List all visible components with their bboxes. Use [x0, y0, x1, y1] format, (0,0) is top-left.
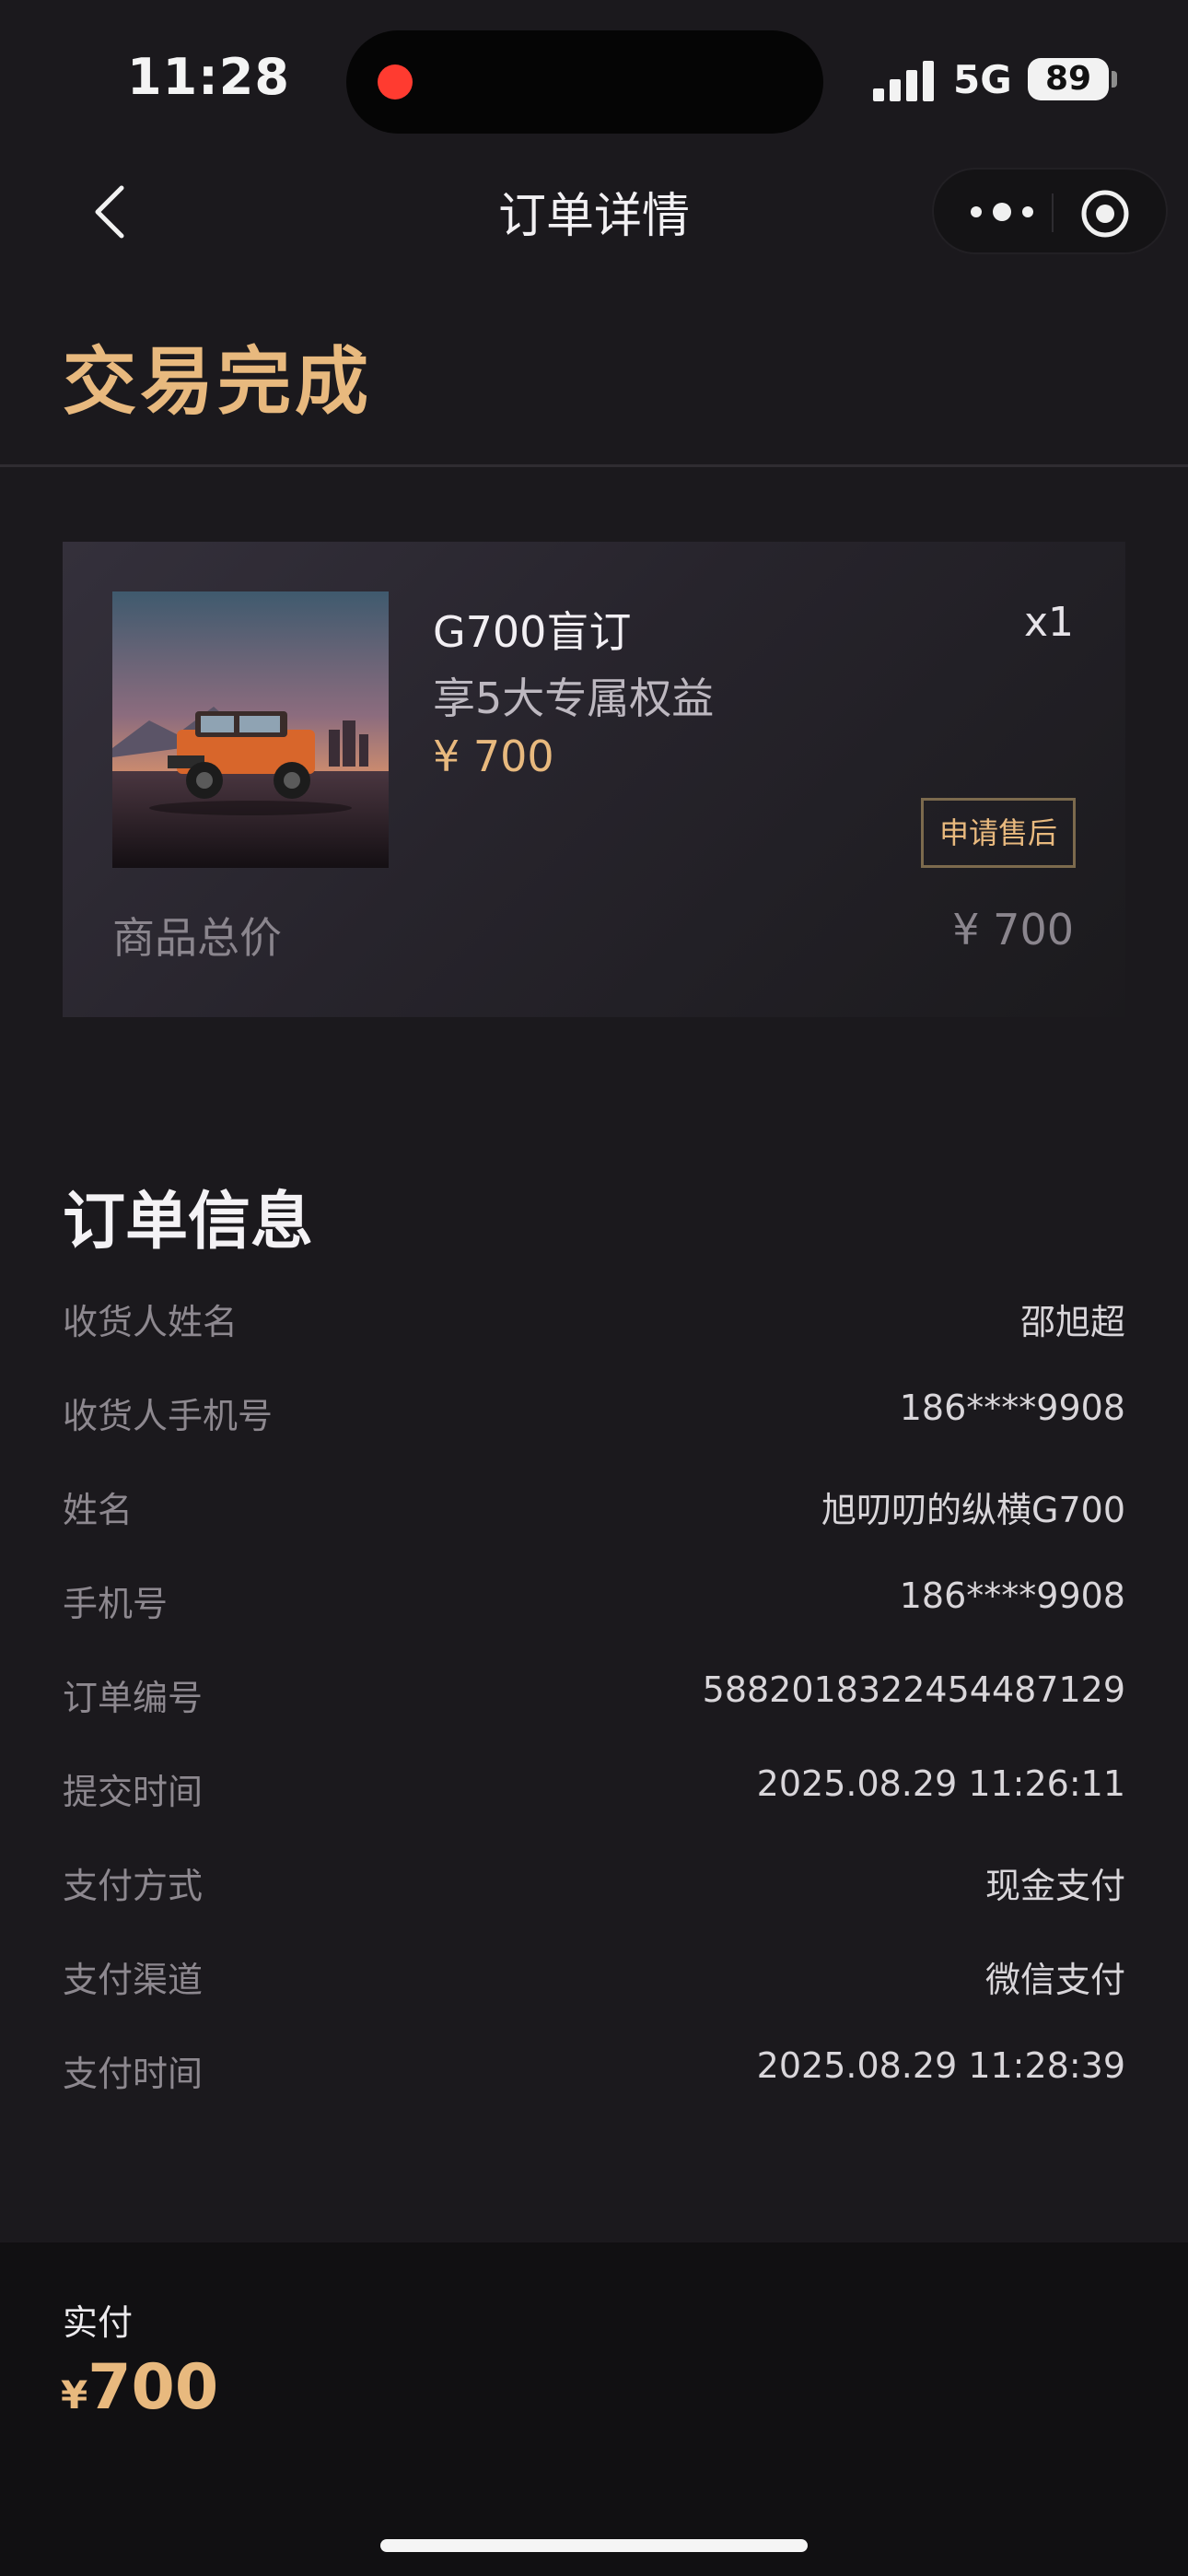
more-icon[interactable]: [965, 190, 1039, 234]
info-row-payment-channel: 支付渠道 微信支付: [63, 1951, 1125, 2007]
info-label: 收货人手机号: [63, 1396, 274, 1436]
product-price: ¥ 700: [433, 732, 554, 781]
info-label: 收货人姓名: [63, 1302, 239, 1342]
apply-after-sale-button[interactable]: 申请售后: [921, 798, 1076, 868]
total-price-label: 商品总价: [112, 913, 282, 963]
info-row-payment-method: 支付方式 现金支付: [63, 1857, 1125, 1913]
order-status-title: 交易完成: [63, 339, 372, 425]
paid-value: 700: [87, 2351, 219, 2424]
dynamic-island: [346, 30, 823, 134]
info-label: 提交时间: [63, 1772, 204, 1812]
info-row-name: 姓名 旭叨叨的纵横G700: [63, 1481, 1125, 1537]
product-image[interactable]: [112, 591, 389, 868]
order-info-title: 订单信息: [63, 1186, 314, 1259]
info-row-submit-time: 提交时间 2025.08.29 11:26:11: [63, 1763, 1125, 1819]
product-card[interactable]: G700盲订 x1 享5大专属权益 ¥ 700 申请售后 商品总价 ¥ 700: [63, 542, 1125, 1017]
paid-currency: ¥: [61, 2372, 88, 2418]
product-name: G700盲订: [433, 607, 632, 657]
info-row-receiver-phone: 收货人手机号 186****9908: [63, 1388, 1125, 1443]
info-label: 手机号: [63, 1584, 169, 1624]
info-row-receiver-name: 收货人姓名 邵旭超: [63, 1294, 1125, 1349]
info-value: 2025.08.29 11:26:11: [756, 1763, 1125, 1804]
info-value: 2025.08.29 11:28:39: [756, 2045, 1125, 2086]
status-bar: 11:28 5G 89: [0, 0, 1188, 157]
info-row-phone: 手机号 186****9908: [63, 1575, 1125, 1631]
miniprogram-capsule: [932, 168, 1168, 254]
info-row-payment-time: 支付时间 2025.08.29 11:28:39: [63, 2045, 1125, 2101]
divider: [0, 464, 1188, 467]
product-quantity: x1: [1023, 599, 1074, 646]
info-value: 邵旭超: [1019, 1302, 1125, 1342]
battery-icon: 89: [1028, 58, 1109, 100]
product-description: 享5大专属权益: [433, 673, 715, 723]
info-label: 姓名: [63, 1490, 134, 1530]
info-label: 支付渠道: [63, 1960, 204, 2000]
signal-icon: [873, 61, 936, 101]
info-value: 微信支付: [984, 1960, 1125, 2000]
info-value: 旭叨叨的纵横G700: [821, 1490, 1125, 1530]
paid-label: 实付: [63, 2302, 134, 2343]
payment-footer: 实付 ¥700: [0, 2242, 1188, 2576]
info-value: 186****9908: [899, 1388, 1125, 1428]
info-label: 支付方式: [63, 1866, 204, 1906]
capsule-divider: [1052, 193, 1054, 232]
info-row-order-number[interactable]: 订单编号 5882018322454487129: [63, 1669, 1125, 1725]
nav-bar: 订单详情: [0, 157, 1188, 267]
info-value: 186****9908: [899, 1575, 1125, 1616]
network-type: 5G: [953, 57, 1012, 102]
info-label: 订单编号: [63, 1678, 204, 1718]
battery-nub: [1112, 71, 1117, 88]
status-time: 11:28: [127, 48, 290, 106]
info-value[interactable]: 5882018322454487129: [703, 1669, 1125, 1710]
recording-indicator-icon: [378, 64, 413, 100]
paid-amount: ¥700: [61, 2351, 218, 2424]
home-indicator[interactable]: [380, 2539, 808, 2552]
info-label: 支付时间: [63, 2054, 204, 2094]
info-value: 现金支付: [984, 1866, 1125, 1906]
total-price-value: ¥ 700: [952, 905, 1074, 954]
close-target-icon[interactable]: [1079, 188, 1131, 240]
